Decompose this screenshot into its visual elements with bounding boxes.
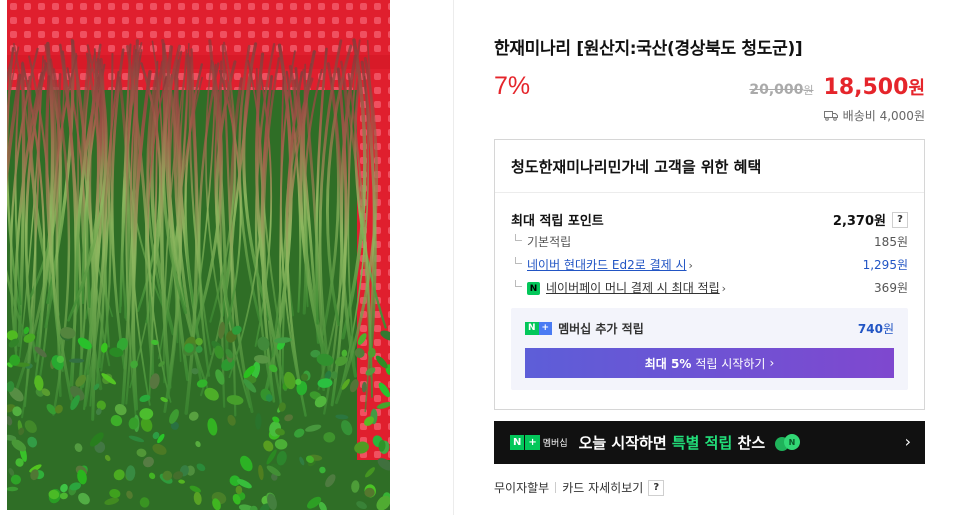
payment-links: 무이자할부 카드 자세히보기 ? — [494, 479, 665, 496]
banner-text: 오늘 시작하면 특별 적립 찬스 — [579, 432, 766, 453]
benefit-box: 청도한재미나리민가네 고객을 위한 혜택 최대 적립 포인트 2,370원 ? … — [494, 139, 925, 410]
shipping-text: 배송비 4,000원 — [842, 109, 925, 123]
original-price: 20,000원 — [749, 79, 813, 98]
naver-pay-icon: N — [527, 282, 540, 295]
original-price-value: 20,000 — [749, 82, 804, 98]
membership-button-text: 적립 시작하기 — [695, 356, 766, 371]
basic-points-value: 185원 — [874, 235, 908, 249]
npay-points-value: 369원 — [874, 281, 908, 295]
truck-icon — [823, 111, 838, 121]
chevron-right-icon: › — [904, 432, 911, 451]
badge-plus: + — [524, 435, 540, 450]
badge-n: N — [510, 435, 525, 450]
banner-text-highlight: 특별 적립 — [671, 434, 733, 452]
membership-banner[interactable]: N + 멤버십 오늘 시작하면 특별 적립 찬스 N › — [494, 421, 925, 464]
installment-link[interactable]: 무이자할부 — [494, 479, 549, 496]
product-title: 한재미나리 [원산지:국산(경상북도 청도군)] — [494, 39, 803, 59]
minari-photo — [7, 0, 390, 510]
banner-text-suffix: 찬스 — [732, 434, 766, 452]
membership-row: N + 멤버십 추가 적립 740원 — [525, 320, 894, 337]
npay-points-row: N 네이버페이 머니 결제 시 최대 적립 › 369원 — [511, 279, 908, 296]
max-points-label: 최대 적립 포인트 — [511, 214, 604, 229]
membership-box: N + 멤버십 추가 적립 740원 최대 5% 적립 시작하기 › — [511, 308, 908, 390]
divider — [495, 192, 924, 193]
sale-price: 18,500원 — [824, 74, 925, 100]
basic-points-label: 기본적립 — [511, 233, 571, 250]
card-details-link[interactable]: 카드 자세히보기 — [562, 479, 643, 496]
membership-label: 멤버십 추가 적립 — [558, 322, 644, 336]
max-points-value: 2,370원 — [832, 214, 886, 229]
price-row: 20,000원 18,500원 — [749, 74, 925, 100]
column-divider — [453, 0, 454, 515]
chevron-right-icon: › — [769, 356, 775, 370]
card-points-value: 1,295원 — [862, 258, 908, 272]
svg-text:N: N — [789, 438, 796, 447]
naver-plus-membership-badge: N + 멤버십 — [510, 435, 571, 450]
shipping-fee: 배송비 4,000원 — [823, 107, 925, 124]
original-price-unit: 원 — [803, 84, 814, 97]
discount-rate: 7% — [494, 72, 531, 100]
basic-points-row: 기본적립 185원 — [511, 233, 908, 250]
sale-price-value: 18,500 — [823, 75, 909, 100]
max-points-value-wrap: 2,370원 ? — [833, 210, 908, 229]
card-points-link[interactable]: 네이버 현대카드 Ed2로 결제 시 — [527, 258, 687, 272]
coin-icon: N — [775, 433, 801, 451]
max-points-row: 최대 적립 포인트 2,370원 ? — [511, 210, 908, 229]
npay-points-link[interactable]: 네이버페이 머니 결제 시 최대 적립 — [546, 281, 720, 295]
chevron-right-icon: › — [721, 282, 727, 295]
chevron-right-icon: › — [688, 259, 693, 272]
help-icon[interactable]: ? — [648, 479, 665, 496]
product-page: 한재미나리 [원산지:국산(경상북도 청도군)] 7% 20,000원 18,5… — [0, 0, 953, 515]
divider — [555, 482, 557, 493]
npay-points-link-wrap: N 네이버페이 머니 결제 시 최대 적립 › — [511, 279, 726, 296]
product-image[interactable] — [7, 0, 390, 510]
membership-unit: 원 — [882, 322, 894, 336]
naver-plus-n: N — [525, 322, 539, 335]
badge-text: 멤버십 — [542, 439, 568, 449]
membership-label-wrap: N + 멤버십 추가 적립 — [525, 320, 644, 337]
membership-button-bold: 최대 5% — [644, 356, 692, 371]
naver-plus-icon: N + — [525, 322, 553, 335]
benefit-title: 청도한재미나리민가네 고객을 위한 혜택 — [511, 158, 762, 176]
naver-plus-plus: + — [538, 322, 553, 335]
card-points-row: 네이버 현대카드 Ed2로 결제 시 › 1,295원 — [511, 256, 908, 273]
membership-value-wrap: 740원 — [858, 320, 894, 337]
membership-value: 740 — [857, 322, 883, 336]
help-icon[interactable]: ? — [892, 211, 908, 228]
sale-price-unit: 원 — [908, 78, 925, 99]
banner-text-prefix: 오늘 시작하면 — [578, 434, 672, 452]
membership-start-button[interactable]: 최대 5% 적립 시작하기 › — [525, 348, 894, 378]
card-points-link-wrap: 네이버 현대카드 Ed2로 결제 시 › — [511, 256, 693, 273]
